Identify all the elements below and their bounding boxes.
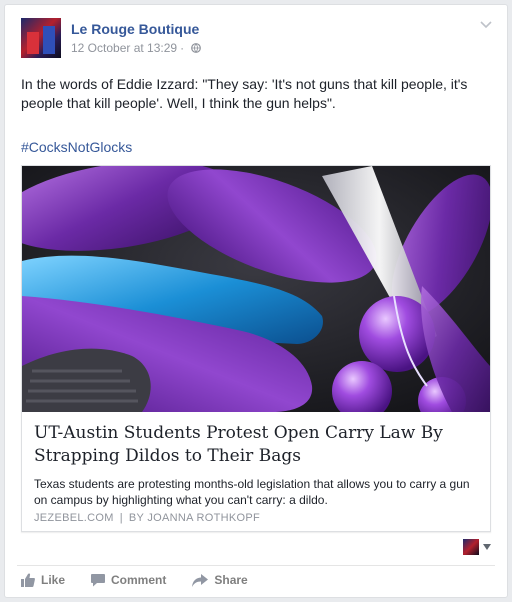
comment-icon bbox=[91, 573, 106, 586]
share-icon bbox=[192, 573, 209, 587]
globe-icon[interactable] bbox=[191, 43, 201, 53]
post-timestamp[interactable]: 12 October at 13:29 bbox=[71, 41, 177, 55]
viewer-avatar bbox=[463, 539, 479, 555]
share-label: Share bbox=[214, 573, 248, 587]
chevron-down-icon[interactable] bbox=[479, 20, 493, 30]
link-title[interactable]: UT-Austin Students Protest Open Carry La… bbox=[34, 422, 484, 468]
post-meta: Le Rouge Boutique 12 October at 13:29 · bbox=[71, 18, 201, 58]
post-timestamp-row: 12 October at 13:29 · bbox=[71, 41, 201, 55]
page-avatar[interactable] bbox=[21, 18, 61, 58]
actions-divider bbox=[17, 565, 495, 566]
link-domain: JEZEBEL.COM bbox=[34, 512, 114, 524]
link-source-separator: | bbox=[119, 512, 123, 524]
post-header: Le Rouge Boutique 12 October at 13:29 · bbox=[21, 18, 201, 58]
preview-photo bbox=[22, 166, 490, 412]
post-as-selector[interactable] bbox=[463, 539, 491, 555]
like-icon bbox=[21, 573, 35, 587]
link-description: Texas students are protesting months-old… bbox=[34, 477, 470, 507]
post-text: In the words of Eddie Izzard: "They say:… bbox=[21, 76, 468, 111]
caret-down-icon bbox=[483, 544, 491, 550]
share-button[interactable]: Share bbox=[192, 573, 248, 587]
post-actions: Like Comment Share bbox=[21, 573, 248, 587]
hashtag-link[interactable]: #CocksNotGlocks bbox=[21, 139, 132, 155]
post-card: Le Rouge Boutique 12 October at 13:29 · … bbox=[4, 4, 508, 598]
link-byline: BY JOANNA ROTHKOPF bbox=[128, 512, 261, 524]
like-label: Like bbox=[41, 573, 66, 587]
comment-label: Comment bbox=[111, 573, 167, 587]
link-source-row: JEZEBEL.COM | BY JOANNA ROTHKOPF bbox=[34, 512, 260, 524]
page-name-link[interactable]: Le Rouge Boutique bbox=[71, 21, 201, 37]
timestamp-separator: · bbox=[180, 41, 185, 55]
comment-button[interactable]: Comment bbox=[91, 573, 166, 587]
link-preview-image[interactable] bbox=[22, 166, 490, 412]
like-button[interactable]: Like bbox=[21, 573, 65, 587]
link-preview[interactable]: UT-Austin Students Protest Open Carry La… bbox=[21, 165, 491, 532]
